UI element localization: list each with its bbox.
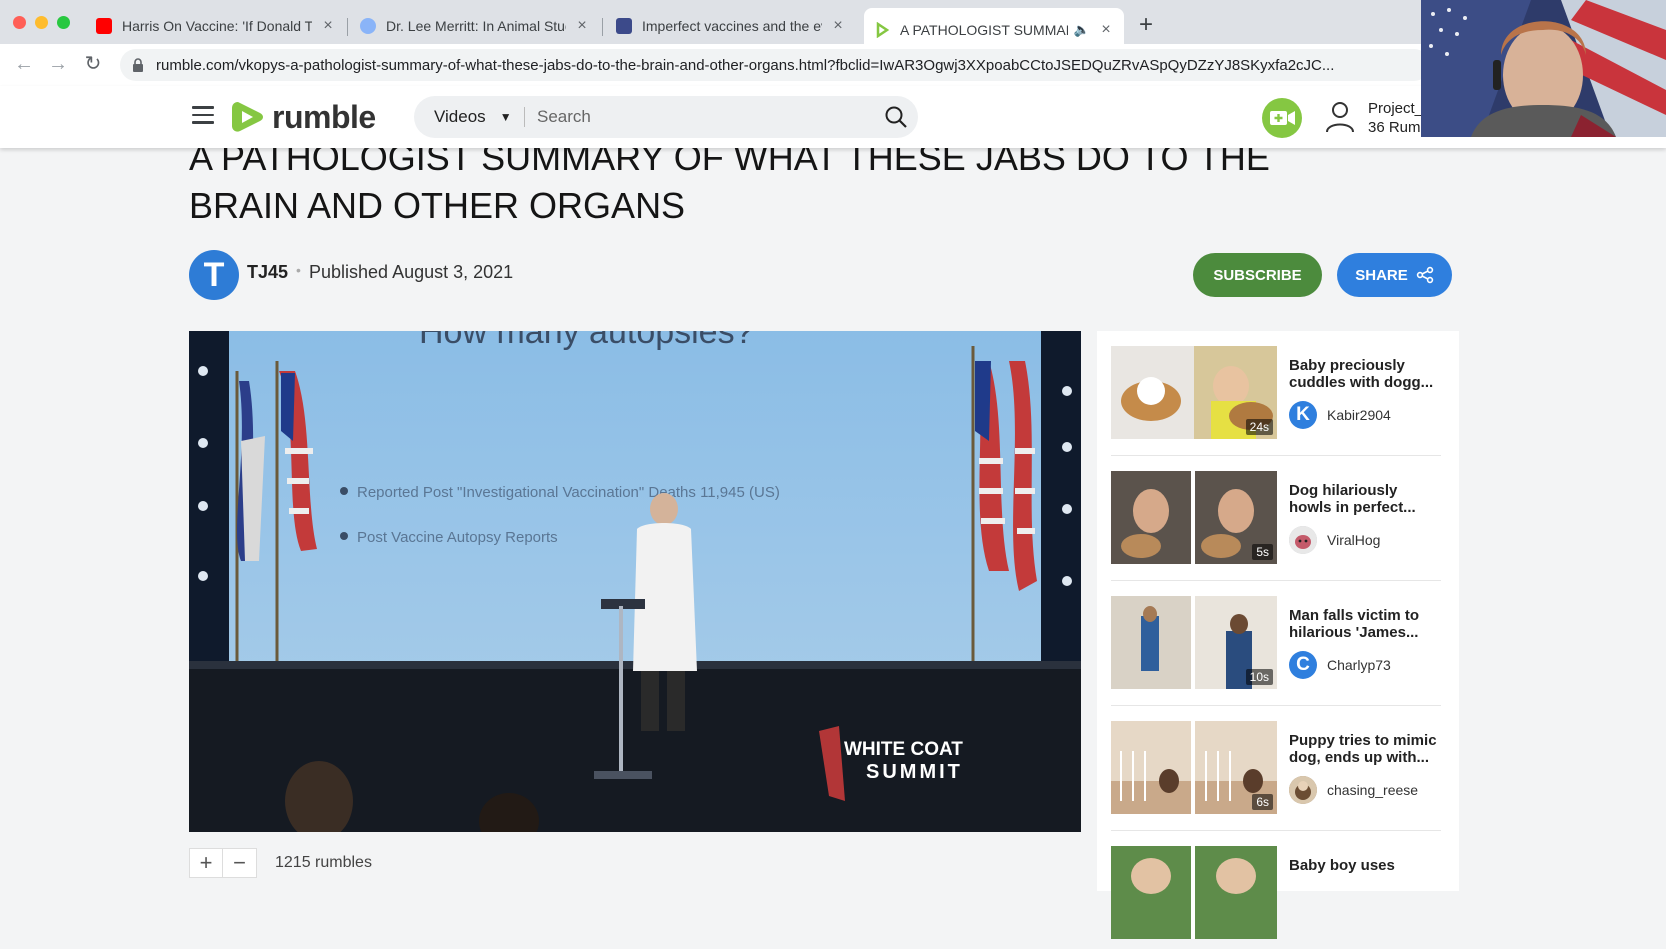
browser-tab[interactable]: Dr. Lee Merritt: In Animal Stud ×: [350, 9, 600, 43]
user-account-icon[interactable]: [1325, 100, 1355, 134]
search-category-label: Videos: [434, 107, 486, 126]
related-video-title[interactable]: Man falls victim to hilarious 'James...: [1289, 607, 1439, 641]
hamburger-menu-icon[interactable]: [192, 106, 214, 126]
url-bar[interactable]: rumble.com/vkopys-a-pathologist-summary-…: [120, 49, 1430, 81]
related-video-item[interactable]: Baby boy uses: [1111, 831, 1437, 949]
webcam-overlay: [1421, 0, 1666, 137]
browser-tab[interactable]: Imperfect vaccines and the ev ×: [606, 9, 856, 43]
speaker-icon[interactable]: 🔈: [1074, 22, 1090, 38]
window-close-button[interactable]: [13, 16, 26, 29]
video-player[interactable]: How many autopsies? Reported Post "Inves…: [189, 331, 1081, 832]
new-tab-button[interactable]: +: [1136, 11, 1156, 39]
webcam-feed-image: [1421, 0, 1666, 137]
viralhog-logo-icon: [1289, 526, 1317, 554]
separator-dot: •: [296, 262, 301, 278]
search-button[interactable]: [874, 96, 918, 138]
logo-text: rumble: [272, 98, 376, 135]
search-icon: [885, 106, 907, 128]
related-channel-name[interactable]: Charlyp73: [1327, 657, 1391, 673]
slide-bullet: Reported Post "Investigational Vaccinati…: [357, 484, 780, 501]
video-thumbnail[interactable]: 10s: [1111, 596, 1277, 689]
related-video-title[interactable]: Dog hilariously howls in perfect...: [1289, 482, 1439, 516]
published-date: Published August 3, 2021: [309, 262, 514, 282]
search-bar: Videos ▼: [414, 96, 918, 138]
video-thumbnail[interactable]: [1111, 846, 1277, 939]
slide-bullet: Post Vaccine Autopsy Reports: [357, 529, 558, 546]
video-camera-icon: [1270, 111, 1295, 125]
site-favicon-icon: [616, 18, 632, 34]
tab-title: Imperfect vaccines and the ev: [642, 18, 822, 34]
user-menu[interactable]: Project_ 36 Rum: [1368, 99, 1423, 137]
video-thumbnail[interactable]: 6s: [1111, 721, 1277, 814]
youtube-favicon-icon: [96, 18, 112, 34]
rumble-favicon-icon: [874, 21, 890, 39]
channel-name[interactable]: TJ45: [247, 262, 288, 283]
channel-photo-icon: [1289, 776, 1317, 804]
video-frame-image: How many autopsies? Reported Post "Inves…: [189, 331, 1081, 832]
video-thumbnail[interactable]: 5s: [1111, 471, 1277, 564]
globe-favicon-icon: [360, 18, 376, 34]
url-text: rumble.com/vkopys-a-pathologist-summary-…: [156, 56, 1335, 74]
video-duration: 6s: [1252, 794, 1273, 810]
tab-separator: [602, 18, 603, 36]
rumbles-count: 1215 rumbles: [275, 854, 372, 871]
back-arrow-icon[interactable]: ←: [10, 50, 38, 78]
search-category-select[interactable]: Videos ▼: [414, 107, 524, 127]
related-video-title[interactable]: Puppy tries to mimic dog, ends up with..…: [1289, 732, 1439, 766]
video-duration: 24s: [1245, 419, 1273, 435]
related-channel-avatar[interactable]: C: [1289, 651, 1317, 679]
share-button[interactable]: SHARE: [1337, 253, 1452, 297]
related-channel-avatar[interactable]: [1289, 526, 1317, 554]
related-channel-name[interactable]: Kabir2904: [1327, 407, 1391, 423]
tab-title: A PATHOLOGIST SUMMAR: [900, 22, 1068, 38]
close-tab-icon[interactable]: ×: [830, 17, 846, 35]
close-tab-icon[interactable]: ×: [574, 17, 590, 35]
search-input[interactable]: [525, 107, 874, 127]
close-tab-icon[interactable]: ×: [1098, 21, 1114, 39]
tab-title: Harris On Vaccine: 'If Donald T: [122, 18, 312, 34]
chevron-down-icon: ▼: [499, 110, 512, 124]
watermark-line2: SUMMIT: [866, 761, 963, 783]
forward-arrow-icon[interactable]: →: [44, 50, 72, 78]
related-video-item[interactable]: 24s Baby preciously cuddles with dogg...…: [1111, 331, 1441, 456]
related-video-item[interactable]: 6s Puppy tries to mimic dog, ends up wit…: [1111, 706, 1441, 831]
video-duration: 10s: [1245, 669, 1273, 685]
subscribe-button[interactable]: SUBSCRIBE: [1193, 253, 1322, 297]
username: Project_: [1368, 100, 1424, 117]
reload-icon[interactable]: ↻: [79, 50, 107, 78]
related-video-item[interactable]: 10s Man falls victim to hilarious 'James…: [1111, 581, 1441, 706]
slide-heading: How many autopsies?: [419, 331, 754, 351]
related-video-title[interactable]: Baby preciously cuddles with dogg...: [1289, 357, 1439, 391]
related-video-title[interactable]: Baby boy uses: [1289, 857, 1439, 874]
lock-icon: [133, 58, 143, 72]
related-videos-sidebar: 24s Baby preciously cuddles with dogg...…: [1097, 331, 1459, 939]
watermark-line1: WHITE COAT: [844, 739, 963, 760]
video-duration: 5s: [1252, 544, 1273, 560]
related-channel-avatar[interactable]: [1289, 776, 1317, 804]
rumble-logo[interactable]: rumble: [230, 98, 376, 136]
channel-avatar[interactable]: T: [189, 250, 239, 300]
rumble-play-logo-icon: [232, 102, 263, 132]
close-tab-icon[interactable]: ×: [320, 17, 336, 35]
browser-tab[interactable]: Harris On Vaccine: 'If Donald T ×: [86, 9, 346, 43]
user-rumbles: 36 Rum: [1368, 119, 1421, 136]
window-minimize-button[interactable]: [35, 16, 48, 29]
tab-separator: [347, 18, 348, 36]
upload-video-button[interactable]: [1262, 98, 1302, 138]
related-channel-name[interactable]: ViralHog: [1327, 532, 1380, 548]
related-video-item[interactable]: 5s Dog hilariously howls in perfect... V…: [1111, 456, 1441, 581]
video-title: A PATHOLOGIST SUMMARY OF WHAT THESE JABS…: [189, 137, 1270, 226]
related-channel-name[interactable]: chasing_reese: [1327, 782, 1418, 798]
related-channel-avatar[interactable]: K: [1289, 401, 1317, 429]
share-icon: [1416, 266, 1433, 284]
share-label: SHARE: [1355, 266, 1408, 284]
window-maximize-button[interactable]: [57, 16, 70, 29]
tab-title: Dr. Lee Merritt: In Animal Stud: [386, 18, 566, 34]
video-thumbnail[interactable]: 24s: [1111, 346, 1277, 439]
